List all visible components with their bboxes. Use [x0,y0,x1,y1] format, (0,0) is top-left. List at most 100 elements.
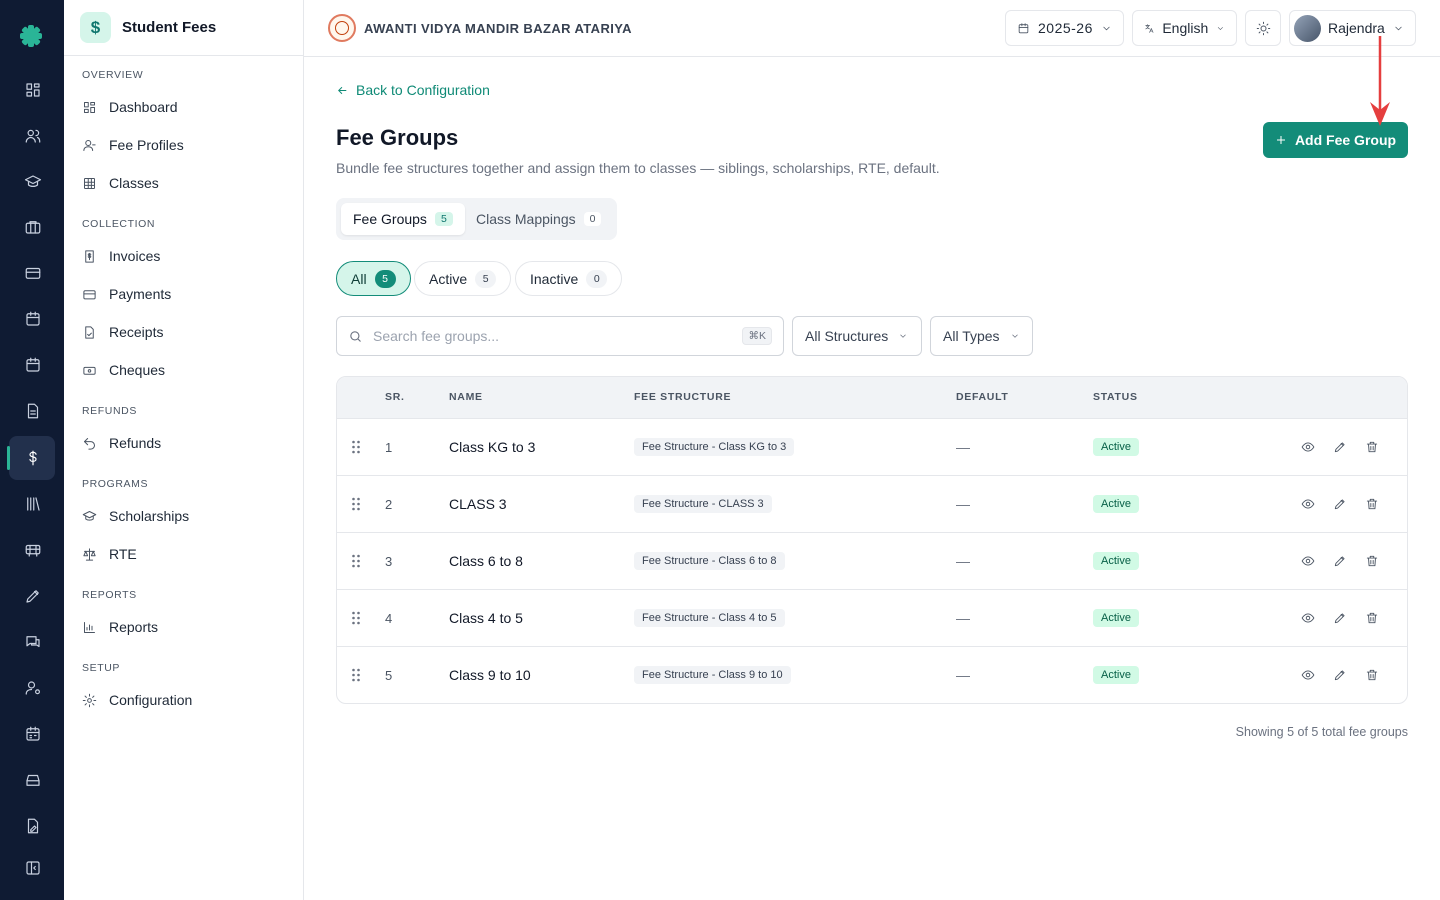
delete-icon[interactable] [1363,495,1381,513]
view-icon[interactable] [1299,552,1317,570]
app-logo-icon[interactable] [17,22,45,50]
page-title: Fee Groups [336,125,459,150]
row-sr: 1 [385,439,393,455]
row-fee-structure: Fee Structure - Class 4 to 5 [634,590,785,646]
view-tabs: Fee Groups 5 Class Mappings 0 [336,198,617,240]
tab-class-mappings[interactable]: Class Mappings 0 [464,203,613,235]
filter-label: Inactive [530,270,579,287]
row-status: Active [1093,533,1139,589]
header-fee-structure: FEE STRUCTURE [634,391,732,403]
sidebar-item-label: Invoices [109,248,161,264]
credit-card-icon[interactable] [20,260,46,286]
drag-handle-icon[interactable] [351,590,361,646]
briefcase-icon[interactable] [20,214,46,240]
filter-all[interactable]: All 5 [336,261,411,296]
storage-icon[interactable] [20,767,46,793]
user-settings-icon[interactable] [20,675,46,701]
delete-icon[interactable] [1363,552,1381,570]
bus-icon[interactable] [20,537,46,563]
delete-icon[interactable] [1363,438,1381,456]
tab-label: Class Mappings [476,211,576,227]
section-programs: PROGRAMS [82,478,149,490]
filter-label: Active [429,270,468,287]
filter-count: 5 [374,269,396,288]
search-input[interactable] [373,328,743,344]
user-menu[interactable]: Rajendra [1289,10,1416,46]
table-row[interactable]: 2 CLASS 3 Fee Structure - CLASS 3 — Active [337,476,1407,533]
view-icon[interactable] [1299,495,1317,513]
sidebar-item-configuration[interactable]: Configuration [82,687,292,713]
sidebar-item-refunds[interactable]: Refunds [82,430,292,456]
edit-icon[interactable] [1331,552,1349,570]
fee-structure-tag: Fee Structure - Class 4 to 5 [634,609,785,627]
section-collection: COLLECTION [82,218,156,230]
table-header: SR. NAME FEE STRUCTURE DEFAULT STATUS [337,377,1407,419]
plus-icon [1276,136,1285,144]
view-icon[interactable] [1299,438,1317,456]
users-icon[interactable] [20,123,46,149]
back-link[interactable]: Back to Configuration [336,82,490,98]
top-bar: AWANTI VIDYA MANDIR BAZAR ATARIYA 2025-2… [304,0,1440,57]
user-icon [83,139,96,151]
status-badge: Active [1093,495,1139,513]
table-row[interactable]: 5 Class 9 to 10 Fee Structure - Class 9 to… [337,647,1407,703]
view-icon[interactable] [1299,666,1317,684]
table-row[interactable]: 1 Class KG to 3 Fee Structure - Class KG t… [337,419,1407,476]
delete-icon[interactable] [1363,609,1381,627]
pen-tool-icon[interactable] [20,583,46,609]
structure-filter-value: All Structures [805,328,889,344]
edit-icon[interactable] [1331,495,1349,513]
row-actions [1299,476,1381,532]
document-icon[interactable] [20,398,46,424]
graduation-cap-icon[interactable] [20,169,46,195]
sidebar-item-classes[interactable]: Classes [82,170,292,196]
delete-icon[interactable] [1363,666,1381,684]
structure-filter-select[interactable]: All Structures [792,316,922,356]
dashboard-icon[interactable] [20,77,46,103]
chevron-down-icon [900,334,907,338]
theme-toggle-button[interactable] [1245,10,1281,46]
sidebar-item-fee-profiles[interactable]: Fee Profiles [82,132,292,158]
view-icon[interactable] [1299,609,1317,627]
tab-count: 0 [583,212,602,226]
fee-structure-tag: Fee Structure - Class KG to 3 [634,438,795,456]
sidebar-item-scholarships[interactable]: Scholarships [82,503,292,529]
schedule-icon[interactable] [20,721,46,747]
messages-icon[interactable] [20,629,46,655]
chevron-down-icon [1218,26,1224,30]
table-row[interactable]: 3 Class 6 to 8 Fee Structure - Class 6 to … [337,533,1407,590]
file-edit-icon[interactable] [20,813,46,839]
type-filter-select[interactable]: All Types [930,316,1033,356]
session-selector[interactable]: 2025-26 [1005,10,1124,46]
drag-handle-icon[interactable] [351,533,361,589]
edit-icon[interactable] [1331,666,1349,684]
fee-groups-table: SR. NAME FEE STRUCTURE DEFAULT STATUS 1 C… [336,376,1408,704]
dollar-icon[interactable] [20,445,46,471]
tab-fee-groups[interactable]: Fee Groups 5 [341,203,465,235]
edit-icon[interactable] [1331,609,1349,627]
filter-inactive[interactable]: Inactive 0 [515,261,623,296]
table-row[interactable]: 4 Class 4 to 5 Fee Structure - Class 4 to … [337,590,1407,647]
drag-handle-icon[interactable] [351,476,361,532]
filter-count: 0 [586,269,608,288]
sidebar-item-rte[interactable]: RTE [82,541,292,567]
sidebar-item-dashboard[interactable]: Dashboard [82,94,292,120]
sidebar-item-payments[interactable]: Payments [82,281,292,307]
sidebar-item-invoices[interactable]: Invoices [82,243,292,269]
sidebar-item-cheques[interactable]: Cheques [82,357,292,383]
sidebar-item-label: Receipts [109,324,164,340]
drag-handle-icon[interactable] [351,647,361,703]
sun-icon [1256,21,1270,35]
language-selector[interactable]: English [1132,10,1237,46]
edit-icon[interactable] [1331,438,1349,456]
collapse-sidebar-icon[interactable] [20,855,46,881]
results-summary: Showing 5 of 5 total fee groups [1235,725,1408,739]
drag-handle-icon[interactable] [351,419,361,475]
sidebar-item-reports[interactable]: Reports [82,614,292,640]
calendar-alt-icon[interactable] [20,352,46,378]
library-icon[interactable] [20,491,46,517]
receipt-icon [85,325,94,339]
filter-active[interactable]: Active 5 [414,261,512,296]
calendar-icon[interactable] [20,306,46,332]
sidebar-item-receipts[interactable]: Receipts [82,319,292,345]
